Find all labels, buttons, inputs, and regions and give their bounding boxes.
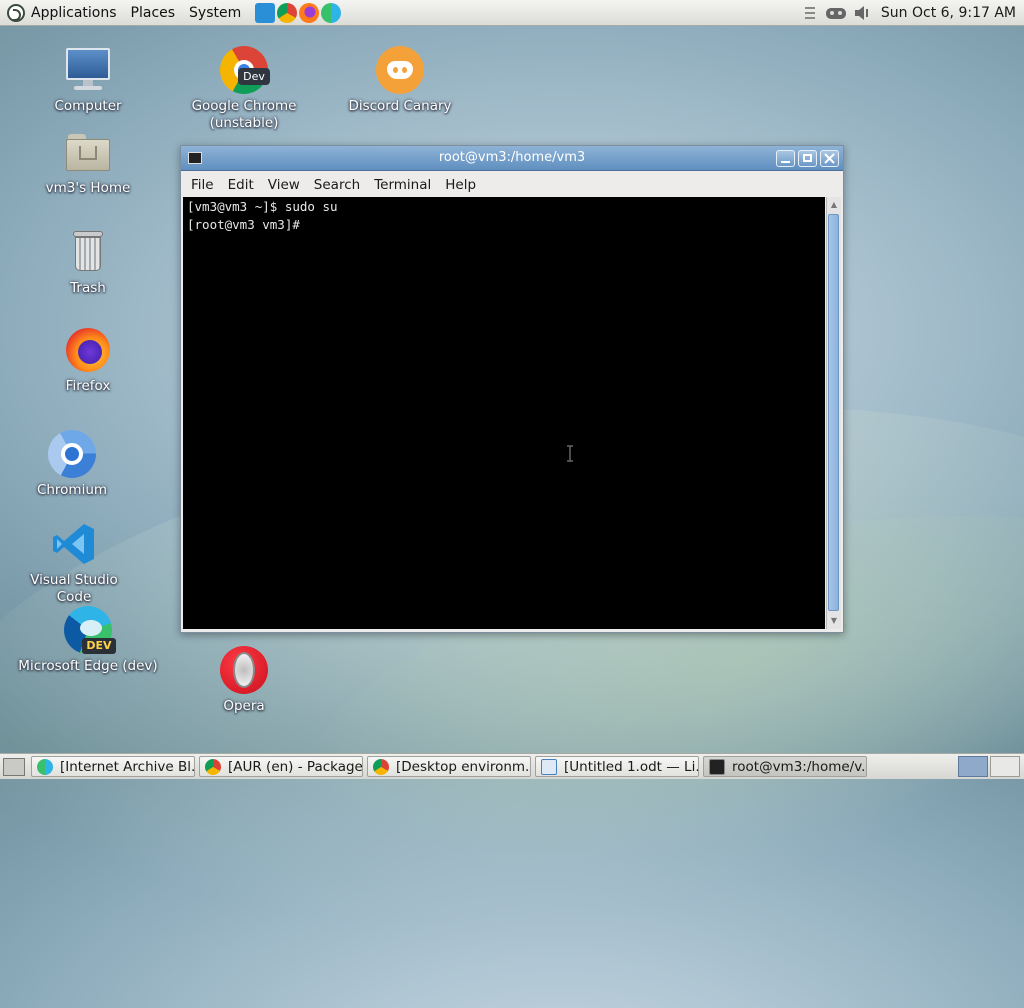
desktop-icon-computer[interactable]: Computer [28,46,148,115]
scroll-up-arrow-icon[interactable]: ▲ [827,197,841,213]
firefox-icon [64,326,112,374]
show-desktop-button[interactable] [3,757,25,776]
edge-dev-icon: DEV [64,606,116,654]
terminal-scrollbar[interactable]: ▲ ▼ [826,197,841,629]
maximize-button[interactable] [798,149,817,167]
desktop-icon-firefox[interactable]: Firefox [28,326,148,395]
vscode-icon [50,520,98,568]
desktop-icon-label: Chromium [36,482,108,498]
edge-launcher-icon[interactable] [321,2,342,23]
desktop-icon-discord-canary[interactable]: Discord Canary [340,46,460,115]
terminal-menubar: File Edit View Search Terminal Help [181,171,843,198]
close-icon [824,152,835,164]
home-folder-icon [64,128,112,176]
taskbar-item-active[interactable]: root@vm3:/home/v... [703,756,867,777]
chrome-dev-icon: Dev [220,46,270,94]
scroll-down-arrow-icon[interactable]: ▼ [827,613,841,629]
computer-icon [64,46,112,94]
menu-file[interactable]: File [184,177,221,193]
desktop-icon-trash[interactable]: Trash [28,228,148,297]
terminal-output[interactable]: [vm3@vm3 ~]$ sudo su [root@vm3 vm3]# [183,197,825,629]
desktop-icon-label: Visual Studio Code [30,572,118,605]
taskbar-item-label: [Untitled 1.odt — Li... [564,758,699,775]
desktop-icon-label: Opera [223,698,265,714]
firefox-launcher-icon[interactable] [299,2,320,23]
desktop-icon-label: vm3's Home [45,180,131,196]
volume-icon[interactable] [853,5,871,21]
taskbar-item-label: [Internet Archive Bl... [60,758,195,775]
chrome-icon [205,758,221,775]
taskbar-item-label: [AUR (en) - Package... [228,758,363,775]
vscode-launcher-icon[interactable] [255,2,276,23]
system-menu[interactable]: System [189,5,241,21]
terminal-line: [root@vm3 vm3]# [187,217,300,232]
terminal-window[interactable]: root@vm3:/home/vm3 File Edit View Search… [180,145,844,633]
desktop-icon-label: Discord Canary [348,98,452,114]
writer-icon [541,758,557,775]
desktop-icon-microsoft-edge-dev[interactable]: DEV Microsoft Edge (dev) [18,606,158,675]
menu-edit[interactable]: Edit [221,177,261,193]
window-title: root@vm3:/home/vm3 [438,150,586,165]
text-cursor-icon [567,445,573,462]
desktop-icon-label: Google Chrome (unstable) [191,98,297,131]
desktop-icon-label: Firefox [65,378,111,394]
taskbar-item[interactable]: [AUR (en) - Package... [199,756,363,777]
menu-terminal[interactable]: Terminal [367,177,438,193]
minimize-button[interactable] [776,149,795,167]
dev-badge: Dev [238,68,270,85]
desktop-icon-google-chrome-unstable[interactable]: Dev Google Chrome (unstable) [184,46,304,132]
menu-search[interactable]: Search [307,177,367,193]
workspace-1[interactable] [958,756,988,777]
terminal-line: [vm3@vm3 ~]$ sudo su [187,199,338,214]
top-panel: Applications Places System Sun Oct 6, 9:… [0,0,1024,26]
workspace-2[interactable] [990,756,1020,777]
bottom-panel: [Internet Archive Bl... [AUR (en) - Pack… [0,753,1024,779]
clock[interactable]: Sun Oct 6, 9:17 AM [881,5,1016,21]
taskbar-item[interactable]: [Untitled 1.odt — Li... [535,756,699,777]
taskbar-item[interactable]: [Desktop environm... [367,756,531,777]
chrome-icon [373,758,389,775]
desktop-icon-home[interactable]: vm3's Home [28,128,148,197]
scrollbar-thumb[interactable] [828,214,839,611]
gamepad-icon[interactable] [825,5,847,21]
desktop-icon-label: Computer [54,98,122,114]
desktop-icon-visual-studio-code[interactable]: Visual Studio Code [14,520,134,606]
terminal-icon [709,758,725,775]
edge-icon [37,758,53,775]
applications-menu[interactable]: Applications [31,5,117,21]
distro-logo-icon[interactable] [7,3,25,22]
window-titlebar[interactable]: root@vm3:/home/vm3 [181,146,843,171]
places-menu[interactable]: Places [131,5,176,21]
chromium-icon [48,430,96,478]
menu-view[interactable]: View [261,177,307,193]
desktop-icon-label: Microsoft Edge (dev) [18,658,158,674]
desktop-icon-opera[interactable]: Opera [184,646,304,715]
desktop-icon-chromium[interactable]: Chromium [12,430,132,499]
dev-badge: DEV [82,638,116,654]
chrome-launcher-icon[interactable] [277,2,298,23]
taskbar-item[interactable]: [Internet Archive Bl... [31,756,195,777]
desktop-icon-label: Trash [70,280,106,296]
opera-icon [220,646,268,694]
menu-help[interactable]: Help [438,177,483,193]
taskbar-item-label: [Desktop environm... [396,758,531,775]
close-button[interactable] [820,149,839,167]
trash-icon [64,228,112,276]
taskbar-item-label: root@vm3:/home/v... [732,758,867,775]
menu-lines-icon[interactable] [801,5,819,21]
discord-icon [376,46,424,94]
